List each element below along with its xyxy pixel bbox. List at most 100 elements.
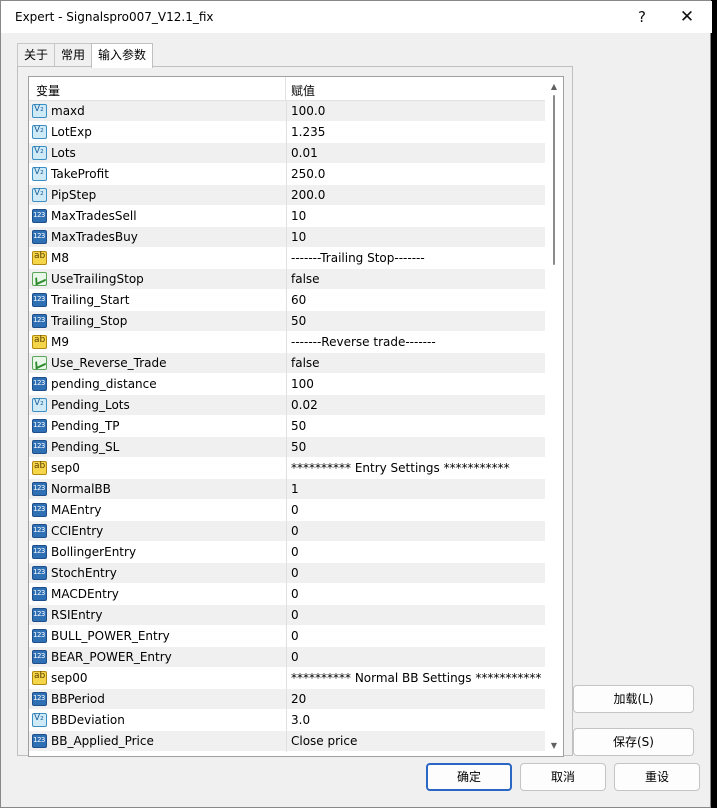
table-row[interactable]: Pending_Lots 0.02 — [29, 395, 545, 416]
value-cell[interactable]: 0 — [286, 500, 545, 521]
table-row[interactable]: Trailing_Start 60 — [29, 290, 545, 311]
cancel-button[interactable]: 取消 — [520, 763, 606, 791]
variable-cell[interactable]: M8 — [29, 248, 285, 269]
reset-button[interactable]: 重设 — [614, 763, 700, 791]
help-button[interactable]: ? — [627, 6, 657, 28]
table-row[interactable]: MaxTradesSell 10 — [29, 206, 545, 227]
table-row[interactable]: maxd 100.0 — [29, 101, 545, 122]
tab-common[interactable]: 常用 — [54, 43, 93, 67]
table-row[interactable]: PipStep 200.0 — [29, 185, 545, 206]
value-cell[interactable]: 50 — [286, 416, 545, 437]
variable-cell[interactable]: UseTrailingStop — [29, 269, 285, 290]
value-cell[interactable]: 200.0 — [286, 185, 545, 206]
scroll-thumb[interactable] — [553, 95, 555, 265]
load-button[interactable]: 加载(L) — [573, 685, 694, 713]
variable-cell[interactable]: Pending_TP — [29, 416, 285, 437]
table-row[interactable]: CCIEntry 0 — [29, 521, 545, 542]
table-row[interactable]: Pending_TP 50 — [29, 416, 545, 437]
table-row[interactable]: LotExp 1.235 — [29, 122, 545, 143]
variable-cell[interactable]: Lots — [29, 143, 285, 164]
value-cell[interactable]: 0 — [286, 542, 545, 563]
table-row[interactable]: Lots 0.01 — [29, 143, 545, 164]
table-row[interactable]: BBDeviation 3.0 — [29, 710, 545, 731]
scroll-up-arrow-icon[interactable]: ▲ — [545, 79, 563, 95]
variable-cell[interactable]: RSIEntry — [29, 605, 285, 626]
value-cell[interactable]: 0 — [286, 521, 545, 542]
ok-button[interactable]: 确定 — [426, 763, 512, 791]
variable-cell[interactable]: PipStep — [29, 185, 285, 206]
variable-cell[interactable]: sep00 — [29, 668, 285, 689]
variable-cell[interactable]: BEAR_POWER_Entry — [29, 647, 285, 668]
value-cell[interactable]: 0.02 — [286, 395, 545, 416]
variable-cell[interactable]: LotExp — [29, 122, 285, 143]
variable-cell[interactable]: BBDeviation — [29, 710, 285, 731]
variable-cell[interactable]: Use_Reverse_Trade — [29, 353, 285, 374]
variable-cell[interactable]: sep0 — [29, 458, 285, 479]
header-divider[interactable] — [285, 77, 286, 101]
table-row[interactable]: Trailing_Stop 50 — [29, 311, 545, 332]
variable-cell[interactable]: BollingerEntry — [29, 542, 285, 563]
value-cell[interactable]: 0 — [286, 584, 545, 605]
vertical-scrollbar[interactable]: ▲ ▼ — [545, 77, 563, 756]
variable-cell[interactable]: MaxTradesBuy — [29, 227, 285, 248]
variable-cell[interactable]: MAEntry — [29, 500, 285, 521]
variable-cell[interactable]: BULL_POWER_Entry — [29, 626, 285, 647]
table-row[interactable]: RSIEntry 0 — [29, 605, 545, 626]
variable-cell[interactable]: CCIEntry — [29, 521, 285, 542]
value-cell[interactable]: 20 — [286, 689, 545, 710]
variable-cell[interactable]: Trailing_Start — [29, 290, 285, 311]
table-row[interactable]: M8 -------Trailing Stop------- — [29, 248, 545, 269]
header-variable[interactable]: 变量 — [36, 82, 60, 99]
value-cell[interactable]: ********** Normal BB Settings **********… — [286, 668, 545, 689]
table-row[interactable]: M9 -------Reverse trade------- — [29, 332, 545, 353]
table-row[interactable]: MAEntry 0 — [29, 500, 545, 521]
value-cell[interactable]: 10 — [286, 227, 545, 248]
table-row[interactable]: pending_distance 100 — [29, 374, 545, 395]
header-value[interactable]: 赋值 — [291, 82, 315, 99]
variable-cell[interactable]: BBPeriod — [29, 689, 285, 710]
table-row[interactable]: BEAR_POWER_Entry 0 — [29, 647, 545, 668]
value-cell[interactable]: 100 — [286, 374, 545, 395]
table-row[interactable]: TakeProfit 250.0 — [29, 164, 545, 185]
value-cell[interactable]: 0 — [286, 605, 545, 626]
variable-cell[interactable]: Trailing_Stop — [29, 311, 285, 332]
value-cell[interactable]: 50 — [286, 311, 545, 332]
value-cell[interactable]: 1 — [286, 479, 545, 500]
value-cell[interactable]: false — [286, 353, 545, 374]
value-cell[interactable]: Close price — [286, 731, 545, 752]
variable-cell[interactable]: pending_distance — [29, 374, 285, 395]
variable-cell[interactable]: NormalBB — [29, 479, 285, 500]
tab-inputs[interactable]: 输入参数 — [91, 43, 154, 68]
save-button[interactable]: 保存(S) — [573, 728, 694, 756]
value-cell[interactable]: 1.235 — [286, 122, 545, 143]
variable-cell[interactable]: BB_Applied_Price — [29, 731, 285, 752]
table-row[interactable]: BB_Applied_Price Close price — [29, 731, 545, 752]
value-cell[interactable]: 0 — [286, 626, 545, 647]
value-cell[interactable]: ********** Entry Settings *********** — [286, 458, 545, 479]
variable-cell[interactable]: Pending_SL — [29, 437, 285, 458]
table-row[interactable]: Pending_SL 50 — [29, 437, 545, 458]
value-cell[interactable]: 0.01 — [286, 143, 545, 164]
table-row[interactable]: UseTrailingStop false — [29, 269, 545, 290]
value-cell[interactable]: 0 — [286, 563, 545, 584]
table-row[interactable]: BollingerEntry 0 — [29, 542, 545, 563]
table-row[interactable]: MaxTradesBuy 10 — [29, 227, 545, 248]
value-cell[interactable]: 100.0 — [286, 101, 545, 122]
table-row[interactable]: sep0 ********** Entry Settings **********… — [29, 458, 545, 479]
variable-cell[interactable]: StochEntry — [29, 563, 285, 584]
table-row[interactable]: StochEntry 0 — [29, 563, 545, 584]
value-cell[interactable]: false — [286, 269, 545, 290]
variable-cell[interactable]: MACDEntry — [29, 584, 285, 605]
value-cell[interactable]: -------Reverse trade------- — [286, 332, 545, 353]
value-cell[interactable]: -------Trailing Stop------- — [286, 248, 545, 269]
value-cell[interactable]: 250.0 — [286, 164, 545, 185]
value-cell[interactable]: 10 — [286, 206, 545, 227]
variable-cell[interactable]: maxd — [29, 101, 285, 122]
value-cell[interactable]: 3.0 — [286, 710, 545, 731]
value-cell[interactable]: 50 — [286, 437, 545, 458]
table-row[interactable]: MACDEntry 0 — [29, 584, 545, 605]
table-row[interactable]: Use_Reverse_Trade false — [29, 353, 545, 374]
value-cell[interactable]: 60 — [286, 290, 545, 311]
tab-about[interactable]: 关于 — [17, 43, 56, 67]
table-row[interactable]: BBPeriod 20 — [29, 689, 545, 710]
